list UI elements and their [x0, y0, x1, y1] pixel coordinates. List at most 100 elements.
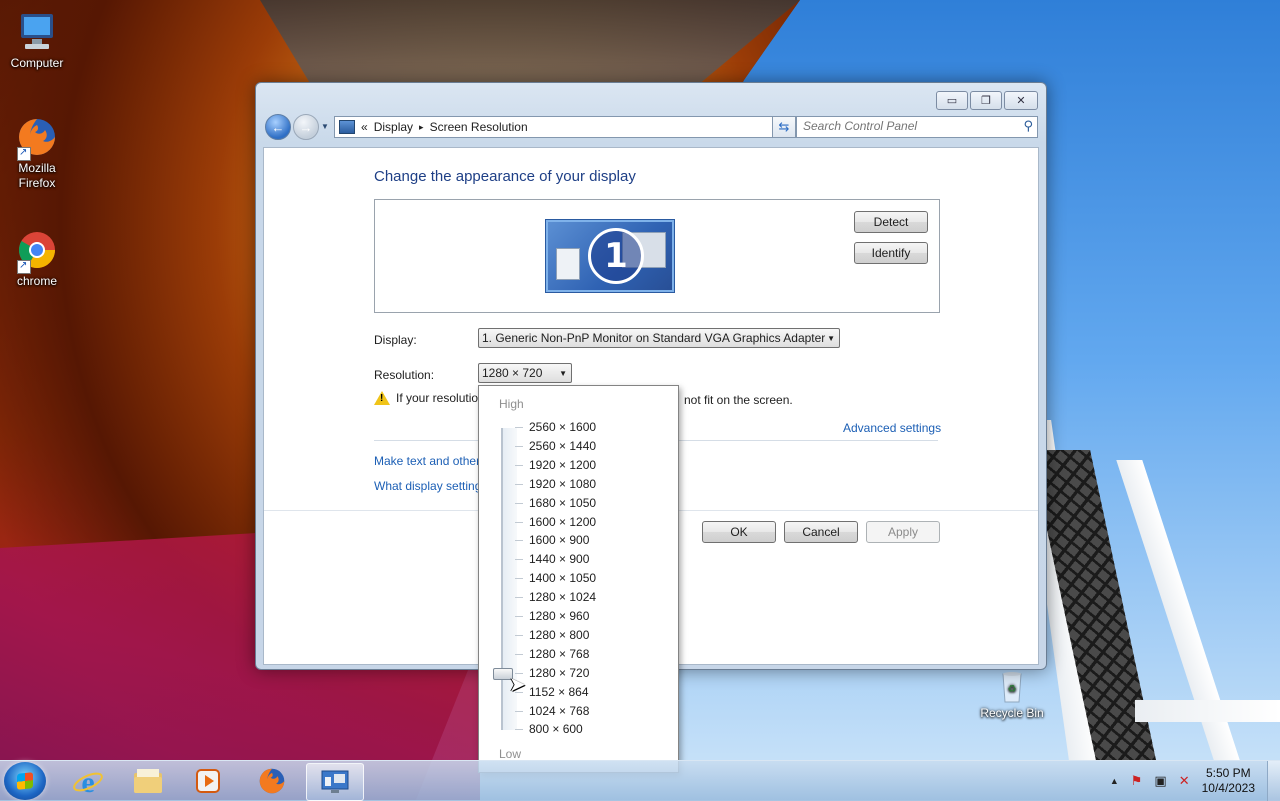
breadcrumb-separator-icon[interactable]: ▸: [419, 122, 424, 133]
desktop-icon-label: Computer: [10, 56, 64, 70]
navigation-bar: ← → ▼ « Display ▸ Screen Resolution ▼ ⇆ …: [264, 113, 1038, 141]
recent-pages-dropdown[interactable]: ▼: [321, 122, 329, 131]
slider-tick: [515, 483, 523, 485]
resolution-option[interactable]: 800 × 600: [529, 722, 583, 736]
apply-button[interactable]: Apply: [866, 521, 940, 543]
slider-tick: [515, 729, 523, 731]
desktop-icon-recycle-bin[interactable]: ♻ Recycle Bin: [976, 668, 1048, 721]
internet-explorer-icon: e: [73, 766, 103, 796]
ok-button[interactable]: OK: [702, 521, 776, 543]
search-input[interactable]: [797, 117, 1013, 135]
slider-tick: [515, 540, 523, 542]
resolution-select-value: 1280 × 720: [482, 366, 543, 380]
resolution-option[interactable]: 1280 × 1024: [529, 590, 596, 604]
show-hidden-icons-button[interactable]: ▲: [1110, 776, 1119, 786]
page-title: Change the appearance of your display: [374, 168, 636, 185]
desktop-icon-chrome[interactable]: chrome: [1, 228, 73, 289]
resolution-warning: If your resolutio: [374, 391, 478, 405]
resolution-option[interactable]: 1680 × 1050: [529, 496, 596, 510]
display-select[interactable]: 1. Generic Non-PnP Monitor on Standard V…: [478, 328, 840, 348]
desktop-icon-computer[interactable]: Computer: [1, 10, 73, 71]
back-arrow-icon: ←: [271, 119, 285, 135]
identify-button[interactable]: Identify: [854, 242, 928, 264]
resolution-option[interactable]: 1440 × 900: [529, 552, 589, 566]
resolution-option[interactable]: 1280 × 720: [529, 666, 589, 680]
control-panel-icon: [339, 120, 355, 134]
recycle-bin-icon: ♻: [990, 668, 1034, 704]
clock[interactable]: 5:50 PM 10/4/2023: [1202, 766, 1255, 796]
resolution-select[interactable]: 1280 × 720 ▼: [478, 363, 572, 383]
taskbar-firefox[interactable]: [244, 763, 300, 799]
show-desktop-button[interactable]: [1267, 761, 1280, 801]
slider-tick: [515, 634, 523, 636]
back-button[interactable]: ←: [265, 114, 291, 140]
warning-text-start: If your resolutio: [396, 391, 479, 405]
clock-time: 5:50 PM: [1205, 766, 1251, 780]
desktop-icon-firefox[interactable]: Mozilla Firefox: [1, 115, 73, 191]
display-settings-help-link[interactable]: What display setting: [374, 479, 481, 493]
cancel-button[interactable]: Cancel: [784, 521, 858, 543]
slider-tick: [515, 597, 523, 599]
slider-tick: [515, 464, 523, 466]
monitor-arrangement-area: 1 Detect Identify: [374, 199, 940, 313]
resolution-option[interactable]: 1400 × 1050: [529, 571, 596, 585]
resolution-option[interactable]: 1024 × 768: [529, 704, 589, 718]
desktop-icon-label: Mozilla Firefox: [18, 161, 56, 190]
monitor-number: 1: [588, 228, 644, 284]
media-player-icon: [196, 769, 220, 793]
system-tray: ▲ ⚑ ▣ ✕ 5:50 PM 10/4/2023: [1104, 761, 1280, 801]
svg-text:♻: ♻: [1008, 684, 1017, 695]
advanced-settings-link[interactable]: Advanced settings: [843, 421, 941, 435]
resolution-option[interactable]: 1280 × 960: [529, 609, 589, 623]
breadcrumb-overflow[interactable]: «: [361, 120, 368, 134]
taskbar-internet-explorer[interactable]: e: [60, 763, 116, 799]
slider-tick: [515, 559, 523, 561]
resolution-option[interactable]: 1920 × 1200: [529, 458, 596, 472]
shortcut-arrow-icon: [17, 258, 31, 274]
volume-muted-icon[interactable]: ✕: [1179, 773, 1190, 789]
slider-low-label: Low: [499, 747, 522, 761]
slider-tick: [515, 445, 523, 447]
slider-tick: [515, 578, 523, 580]
minimize-button[interactable]: ▭: [936, 91, 968, 110]
detect-button[interactable]: Detect: [854, 211, 928, 233]
address-bar[interactable]: « Display ▸ Screen Resolution ▼: [334, 116, 788, 138]
refresh-button[interactable]: ⇆: [772, 116, 796, 138]
monitor-preview-doc: [556, 248, 580, 280]
restore-button[interactable]: ❐: [970, 91, 1002, 110]
resolution-option[interactable]: 1600 × 1200: [529, 515, 596, 529]
taskbar-media-player[interactable]: [180, 763, 236, 799]
slider-high-label: High: [499, 397, 524, 411]
resolution-option[interactable]: 1600 × 900: [529, 533, 589, 547]
firefox-icon: [15, 115, 59, 161]
resolution-option[interactable]: 1280 × 768: [529, 647, 589, 661]
shortcut-arrow-icon: [17, 145, 31, 161]
taskbar-file-explorer[interactable]: [120, 763, 176, 799]
mouse-cursor-icon: ➤: [509, 674, 526, 696]
desktop-icon-label: chrome: [16, 274, 57, 288]
wallpaper-tower: [1021, 420, 1280, 760]
search-icon[interactable]: ⚲: [1023, 118, 1033, 134]
resolution-option[interactable]: 1152 × 864: [529, 685, 589, 699]
taskbar: e ▲ ⚑ ▣ ✕ 5:50 PM 10/4/2023: [0, 760, 1280, 801]
start-button[interactable]: [4, 762, 46, 800]
chevron-down-icon: ▼: [559, 369, 567, 378]
breadcrumb-screen-resolution[interactable]: Screen Resolution: [430, 120, 528, 134]
forward-button[interactable]: →: [293, 114, 319, 140]
slider-tick: [515, 502, 523, 504]
resolution-option[interactable]: 1280 × 800: [529, 628, 589, 642]
slider-tick: [515, 521, 523, 523]
resolution-option[interactable]: 1920 × 1080: [529, 477, 596, 491]
taskbar-control-panel[interactable]: [306, 763, 364, 801]
breadcrumb-display[interactable]: Display: [374, 120, 413, 134]
slider-tick: [515, 427, 523, 428]
monitor-1-icon[interactable]: 1: [546, 220, 674, 292]
desktop-icon-label: Recycle Bin: [980, 706, 1044, 720]
action-center-flag-icon[interactable]: ⚑: [1131, 773, 1143, 789]
network-icon[interactable]: ▣: [1154, 773, 1166, 789]
search-box: ⚲: [796, 116, 1038, 138]
resolution-option[interactable]: 2560 × 1440: [529, 439, 596, 453]
make-text-larger-link[interactable]: Make text and other: [374, 454, 480, 468]
resolution-option[interactable]: 2560 × 1600: [529, 420, 596, 434]
close-button[interactable]: ✕: [1004, 91, 1038, 110]
